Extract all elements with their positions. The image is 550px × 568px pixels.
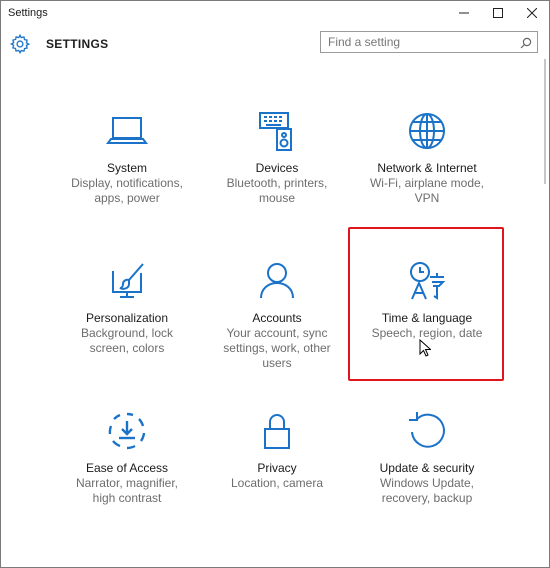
close-icon: [527, 8, 537, 18]
tile-personalization-desc-1: Background, lock: [80, 326, 174, 340]
person-icon: [255, 259, 299, 303]
tile-personalization-desc-2: screen, colors: [89, 341, 165, 355]
tile-accounts-desc-2: settings, work, other: [223, 341, 331, 355]
tile-network-desc-1: Wi-Fi, airplane mode,: [369, 176, 485, 190]
maximize-icon: [493, 8, 503, 18]
tile-accounts-desc-3: users: [262, 356, 292, 370]
tile-privacy[interactable]: Privacy Location, camera: [202, 409, 352, 559]
mouse-cursor-icon: [419, 339, 431, 357]
tile-accounts[interactable]: Accounts Your account, sync settings, wo…: [202, 259, 352, 409]
tile-system-name: System: [106, 161, 147, 175]
tile-privacy-desc-1: Location, camera: [230, 476, 324, 490]
tile-update-security-name: Update & security: [379, 461, 475, 475]
tile-ease-of-access-name: Ease of Access: [85, 461, 169, 475]
laptop-icon: [105, 109, 149, 153]
tile-devices[interactable]: Devices Bluetooth, printers, mouse: [202, 109, 352, 259]
maximize-button[interactable]: [481, 1, 515, 25]
title-bar: Settings: [1, 1, 549, 25]
tile-devices-desc-2: mouse: [258, 191, 296, 205]
refresh-icon: [405, 409, 449, 453]
tile-devices-desc-1: Bluetooth, printers,: [226, 176, 328, 190]
tile-update-security[interactable]: Update & security Windows Update, recove…: [352, 409, 502, 559]
tile-privacy-name: Privacy: [257, 461, 297, 475]
tile-accounts-desc-1: Your account, sync: [226, 326, 328, 340]
ease-of-access-icon: [105, 409, 149, 453]
tile-personalization-name: Personalization: [85, 311, 169, 325]
lock-icon: [255, 409, 299, 453]
tile-update-security-desc-1: Windows Update,: [379, 476, 475, 490]
highlight-frame: [348, 227, 504, 381]
settings-window: Settings SETTINGS Find a setting System …: [0, 0, 550, 568]
keyboard-speaker-icon: [255, 109, 299, 153]
gear-icon: [9, 33, 31, 55]
scrollbar[interactable]: [544, 59, 546, 184]
window-title: Settings: [8, 7, 48, 19]
page-title: SETTINGS: [46, 37, 109, 51]
window-controls: [447, 1, 549, 25]
tile-devices-name: Devices: [255, 161, 299, 175]
search-icon[interactable]: [520, 36, 532, 49]
minimize-button[interactable]: [447, 1, 481, 25]
tile-network-name: Network & Internet: [377, 161, 477, 175]
tile-ease-of-access-desc-2: high contrast: [92, 491, 162, 505]
minimize-icon: [459, 12, 469, 14]
search-input[interactable]: [321, 32, 508, 52]
tile-ease-of-access-desc-1: Narrator, magnifier,: [75, 476, 179, 490]
tile-personalization[interactable]: Personalization Background, lock screen,…: [52, 259, 202, 409]
tile-system-desc-2: apps, power: [94, 191, 160, 205]
globe-icon: [405, 109, 449, 153]
settings-header: SETTINGS: [1, 31, 549, 57]
tile-update-security-desc-2: recovery, backup: [381, 491, 473, 505]
tile-ease-of-access[interactable]: Ease of Access Narrator, magnifier, high…: [52, 409, 202, 559]
tile-accounts-name: Accounts: [252, 311, 302, 325]
search-box[interactable]: [320, 31, 538, 53]
tile-network-desc-2: VPN: [414, 191, 440, 205]
tile-system-desc-1: Display, notifications,: [71, 176, 183, 190]
paintbrush-monitor-icon: [105, 259, 149, 303]
tile-system[interactable]: System Display, notifications, apps, pow…: [52, 109, 202, 259]
close-button[interactable]: [515, 1, 549, 25]
